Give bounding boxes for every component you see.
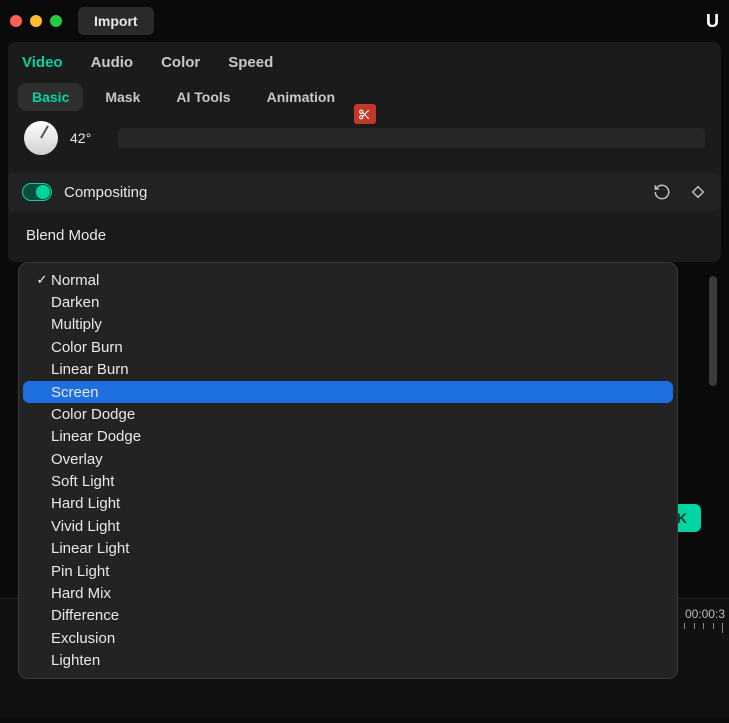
blend-option-hard-light[interactable]: Hard Light: [23, 493, 673, 515]
blend-option-label: Difference: [51, 607, 119, 624]
rotation-row: 42°: [8, 121, 721, 165]
blend-option-normal[interactable]: ✓Normal: [23, 269, 673, 291]
blend-option-linear-dodge[interactable]: Linear Dodge: [23, 426, 673, 448]
subtab-animation[interactable]: Animation: [253, 83, 349, 111]
blend-option-lighten[interactable]: Lighten: [23, 649, 673, 671]
rotation-slider[interactable]: [118, 128, 705, 148]
blend-option-label: Darken: [51, 294, 99, 311]
blend-mode-label: Blend Mode: [8, 211, 721, 254]
tab-audio[interactable]: Audio: [91, 54, 134, 71]
blend-option-multiply[interactable]: Multiply: [23, 314, 673, 336]
rotation-value: 42°: [70, 130, 106, 146]
blend-option-label: Multiply: [51, 316, 102, 333]
blend-option-linear-burn[interactable]: Linear Burn: [23, 359, 673, 381]
blend-option-color-dodge[interactable]: Color Dodge: [23, 403, 673, 425]
blend-option-label: Pin Light: [51, 563, 109, 580]
inspector-panel: Video Audio Color Speed Basic Mask AI Tools An…: [8, 42, 721, 262]
blend-option-hard-mix[interactable]: Hard Mix: [23, 582, 673, 604]
blend-option-label: Exclusion: [51, 630, 115, 647]
blend-option-linear-light[interactable]: Linear Light: [23, 538, 673, 560]
blend-option-label: Overlay: [51, 451, 103, 468]
reset-icon[interactable]: [653, 183, 671, 201]
blend-option-screen[interactable]: Screen: [23, 381, 673, 403]
blend-option-label: Lighten: [51, 652, 100, 669]
blend-option-color-burn[interactable]: Color Burn: [23, 336, 673, 358]
close-window-button[interactable]: [10, 15, 22, 27]
tab-video[interactable]: Video: [22, 54, 63, 71]
primary-tabs: Video Audio Color Speed: [8, 42, 721, 79]
tab-color[interactable]: Color: [161, 54, 200, 71]
blend-option-exclusion[interactable]: Exclusion: [23, 627, 673, 649]
subtab-basic[interactable]: Basic: [18, 83, 83, 111]
blend-option-label: Soft Light: [51, 473, 114, 490]
titlebar: Import U: [0, 0, 729, 42]
blend-option-difference[interactable]: Difference: [23, 605, 673, 627]
blend-option-label: Normal: [51, 272, 99, 289]
compositing-toggle[interactable]: [22, 183, 52, 201]
maximize-window-button[interactable]: [50, 15, 62, 27]
blend-option-label: Color Burn: [51, 339, 123, 356]
titlebar-right-char: U: [706, 11, 719, 32]
minimize-window-button[interactable]: [30, 15, 42, 27]
blend-option-label: Linear Dodge: [51, 428, 141, 445]
blend-option-darken[interactable]: Darken: [23, 291, 673, 313]
scissors-icon[interactable]: [354, 104, 376, 124]
blend-option-vivid-light[interactable]: Vivid Light: [23, 515, 673, 537]
vertical-scrollbar[interactable]: [709, 276, 717, 386]
blend-option-overlay[interactable]: Overlay: [23, 448, 673, 470]
tab-speed[interactable]: Speed: [228, 54, 273, 71]
blend-option-label: Color Dodge: [51, 406, 135, 423]
subtab-ai-tools[interactable]: AI Tools: [162, 83, 244, 111]
keyframe-icon[interactable]: [689, 183, 707, 201]
blend-option-pin-light[interactable]: Pin Light: [23, 560, 673, 582]
compositing-header: Compositing: [8, 173, 721, 211]
import-button[interactable]: Import: [78, 7, 154, 35]
compositing-title: Compositing: [64, 184, 641, 201]
blend-option-label: Vivid Light: [51, 518, 120, 535]
check-icon: ✓: [33, 272, 51, 288]
blend-option-soft-light[interactable]: Soft Light: [23, 470, 673, 492]
window-controls: [10, 15, 62, 27]
blend-mode-dropdown[interactable]: ✓Normal Darken Multiply Color Burn Linear Bu…: [18, 262, 678, 679]
timeline-timecode: 00:00:3: [685, 607, 725, 621]
rotation-knob[interactable]: [24, 121, 58, 155]
blend-option-label: Linear Light: [51, 540, 129, 557]
blend-option-label: Hard Mix: [51, 585, 111, 602]
blend-option-label: Hard Light: [51, 495, 120, 512]
timeline-ticks: [675, 623, 723, 633]
blend-option-label: Screen: [51, 384, 99, 401]
blend-option-label: Linear Burn: [51, 361, 129, 378]
subtab-mask[interactable]: Mask: [91, 83, 154, 111]
